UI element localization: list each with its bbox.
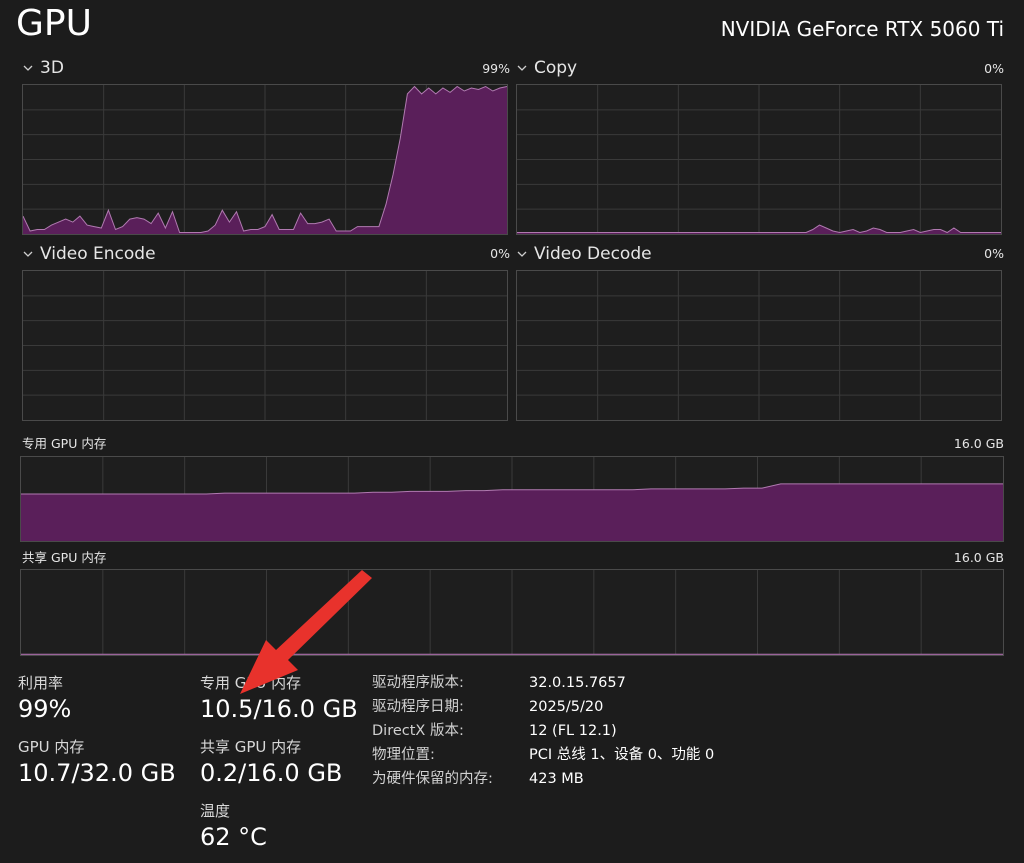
engine-graph-video-encode [22,270,508,421]
engine-percent: 0% [984,61,1004,76]
info-label: 物理位置: [372,747,435,763]
info-value: 32.0.15.7657 [529,675,626,691]
engine-selector-3d[interactable]: 3D [22,58,64,78]
info-row: 驱动程序日期: 2025/5/20 [372,698,714,722]
usage-area [21,483,1003,541]
info-value: 423 MB [529,771,584,787]
gpu-memory-label: GPU 内存 [18,738,85,756]
gpu-model-name: NVIDIA GeForce RTX 5060 Ti [720,17,1004,41]
shared-memory-graph [20,569,1004,656]
dedicated-memory-label: 专用 GPU 内存 [22,436,107,451]
info-row: DirectX 版本: 12 (FL 12.1) [372,722,714,746]
gpu-memory-value: 10.7/32.0 GB [18,759,176,787]
page-title: GPU [16,3,92,44]
dedicated-memory-stat-label: 专用 GPU 内存 [200,674,302,692]
engine-graph-svg [517,85,1001,234]
engine-label: Video Decode [534,244,652,264]
info-row: 驱动程序版本: 32.0.15.7657 [372,674,714,698]
info-label: DirectX 版本: [372,723,464,739]
utilization-value: 99% [18,695,72,723]
engine-label: Copy [534,58,578,78]
engine-graph-svg [517,271,1001,420]
info-value: 2025/5/20 [529,699,604,715]
engine-percent: 99% [482,61,510,76]
dedicated-memory-max: 16.0 GB [953,436,1004,451]
temperature-value: 62 °C [200,823,267,851]
info-value: PCI 总线 1、设备 0、功能 0 [529,747,715,763]
memory-graph-svg [21,570,1003,655]
info-label: 驱动程序版本: [372,675,464,691]
utilization-label: 利用率 [18,674,64,692]
dedicated-memory-graph [20,456,1004,542]
engine-graph-svg [23,85,507,234]
engine-graph-video-decode [516,270,1002,421]
dedicated-memory-stat-value: 10.5/16.0 GB [200,695,358,723]
engine-percent: 0% [984,246,1004,261]
chevron-down-icon [517,251,527,257]
info-label: 为硬件保留的内存: [372,771,493,787]
info-row: 物理位置: PCI 总线 1、设备 0、功能 0 [372,746,714,770]
chevron-down-icon [23,65,33,71]
shared-memory-stat-value: 0.2/16.0 GB [200,759,343,787]
chevron-down-icon [23,251,33,257]
driver-info-table: 驱动程序版本: 32.0.15.7657 驱动程序日期: 2025/5/20 D… [372,674,714,794]
engine-graph-svg [23,271,507,420]
shared-memory-max: 16.0 GB [953,550,1004,565]
engine-percent: 0% [490,246,510,261]
shared-memory-stat-label: 共享 GPU 内存 [200,738,302,756]
memory-graph-svg [21,457,1003,541]
engine-selector-video-decode[interactable]: Video Decode [516,244,652,264]
temperature-label: 温度 [200,802,231,820]
engine-selector-video-encode[interactable]: Video Encode [22,244,156,264]
engine-selector-copy[interactable]: Copy [516,58,577,78]
info-value: 12 (FL 12.1) [529,723,617,739]
info-label: 驱动程序日期: [372,699,464,715]
info-row: 为硬件保留的内存: 423 MB [372,770,714,794]
engine-graph-3d [22,84,508,235]
chevron-down-icon [517,65,527,71]
engine-label: 3D [40,58,64,78]
engine-label: Video Encode [40,244,156,264]
engine-graph-copy [516,84,1002,235]
shared-memory-label: 共享 GPU 内存 [22,550,107,565]
